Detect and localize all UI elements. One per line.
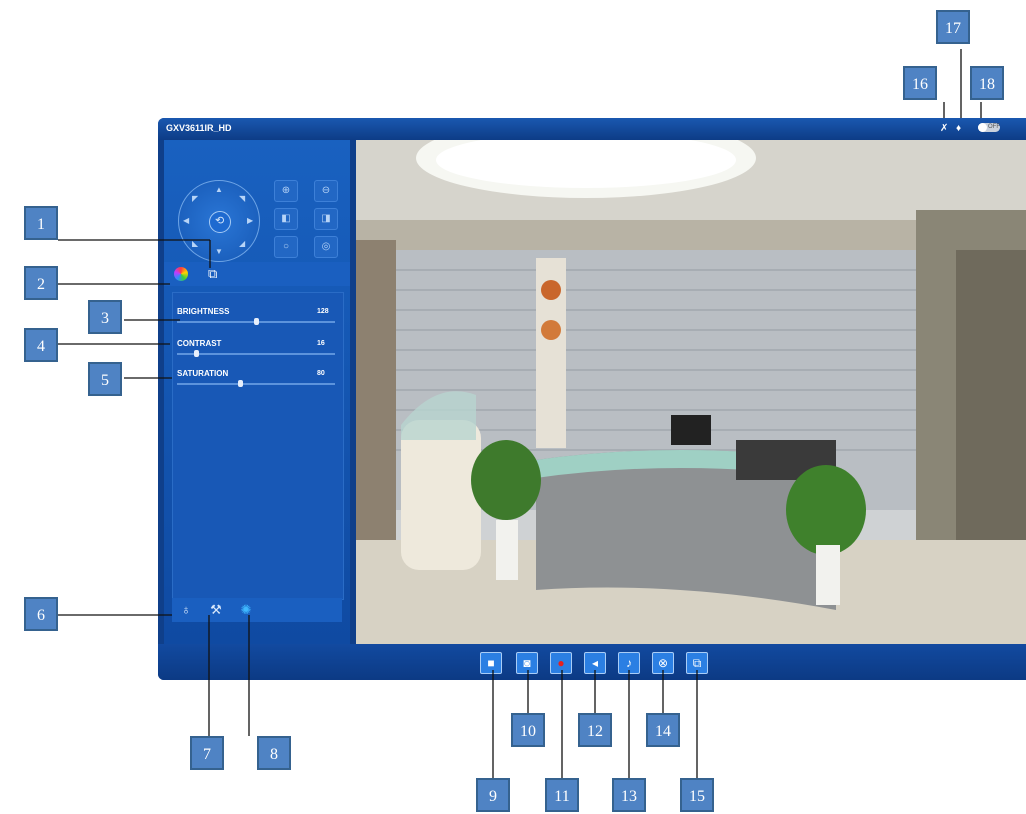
record-button[interactable]: ● [550,652,572,674]
callout-6: 6 [24,597,58,631]
ptz-downleft-icon[interactable]: ◣ [192,239,198,248]
setting-label: SATURATION [177,369,229,378]
setting-slider-thumb[interactable] [193,350,199,357]
setting-value: 80 [317,370,325,377]
live-video [356,140,1026,644]
fullscreen-button[interactable]: ⧉ [686,652,708,674]
ptz-upleft-icon[interactable]: ◤ [192,194,198,203]
night-mode-icon[interactable]: ✺ [238,602,254,618]
callout-9: 9 [476,778,510,812]
callout-7: 7 [190,736,224,770]
control-bar: ■ ◙ ● ◂ ♪ ⊗ ⧉ [158,644,1026,680]
settings-button[interactable]: ⊗ [652,652,674,674]
audio-button[interactable]: ◂ [584,652,606,674]
callout-8: 8 [257,736,291,770]
ptz-up-icon[interactable]: ▲ [215,185,223,194]
ptz-button-grid: ⊕ ⊖ ◧ ◨ ○ ◎ [274,180,354,260]
ptz-upright-icon[interactable]: ◥ [239,194,245,203]
setting-slider-thumb[interactable] [254,318,259,325]
iris-open-button[interactable]: ○ [274,236,298,258]
zoom-in-button[interactable]: ⊕ [274,180,298,202]
globe-icon[interactable]: ♁ [178,602,194,618]
callout-5: 5 [88,362,122,396]
image-adjust-panel: BRIGHTNESS 128 CONTRAST 16 SATURATION 80 [172,292,344,600]
tools-icon[interactable]: ⚒ [208,602,224,618]
callout-17: 17 [936,10,970,44]
callout-12: 12 [578,713,612,747]
setting-row-saturation: SATURATION 80 [173,369,343,393]
focus-near-button[interactable]: ◧ [274,208,298,230]
setting-row-contrast: CONTRAST 16 [173,339,343,363]
callout-15: 15 [680,778,714,812]
setting-value: 16 [317,340,325,347]
setting-label: BRIGHTNESS [177,307,230,316]
auto-rotate-icon: ⟲ [215,215,225,227]
ptz-downright-icon[interactable]: ◢ [239,239,245,248]
setting-slider[interactable] [177,383,335,385]
callout-11: 11 [545,778,579,812]
zoom-out-button[interactable]: ⊖ [314,180,338,202]
snapshot-button[interactable]: ◙ [516,652,538,674]
motion-icon[interactable]: ✗ [940,123,948,134]
settings-tabs [164,262,350,286]
callout-1: 1 [24,206,58,240]
ptz-control[interactable]: ▲ ▼ ◀ ▶ ◤ ◥ ◣ ◢ ⟲ [178,180,260,262]
setting-row-brightness: BRIGHTNESS 128 [173,307,343,331]
bottom-tools: ♁ ⚒ ✺ [172,598,342,622]
title-bar: GXV3611IR_HD ✗ ♦ OFF [158,118,1026,140]
callout-13: 13 [612,778,646,812]
callout-2: 2 [24,266,58,300]
setting-value: 128 [317,308,329,315]
ptz-down-icon[interactable]: ▼ [215,247,223,256]
setting-slider-thumb[interactable] [238,380,244,387]
callout-4: 4 [24,328,58,362]
stop-button[interactable]: ■ [480,652,502,674]
focus-far-button[interactable]: ◨ [314,208,338,230]
setting-label: CONTRAST [177,339,222,348]
video-frame [356,140,1026,644]
color-settings-icon[interactable] [174,267,188,281]
camera-title: GXV3611IR_HD [166,123,232,133]
callout-14: 14 [646,713,680,747]
ptz-auto-button[interactable]: ⟲ [209,211,231,233]
alarm-icon[interactable]: ♦ [956,123,961,134]
callout-16: 16 [903,66,937,100]
ptz-right-icon[interactable]: ▶ [247,216,253,225]
toggle-knob [978,123,987,132]
callout-18: 18 [970,66,1004,100]
alarm-toggle[interactable]: OFF [978,123,1000,132]
callout-10: 10 [511,713,545,747]
setting-slider[interactable] [177,353,335,355]
multi-view-icon[interactable]: ⧉ [208,267,222,281]
toggle-label: OFF [988,124,1000,130]
camera-window: GXV3611IR_HD ✗ ♦ OFF ▲ ▼ ◀ ▶ ◤ ◥ ◣ ◢ ⟲ ⊕… [158,118,1026,680]
callout-3: 3 [88,300,122,334]
iris-close-button[interactable]: ◎ [314,236,338,258]
talk-button[interactable]: ♪ [618,652,640,674]
ptz-left-icon[interactable]: ◀ [183,216,189,225]
